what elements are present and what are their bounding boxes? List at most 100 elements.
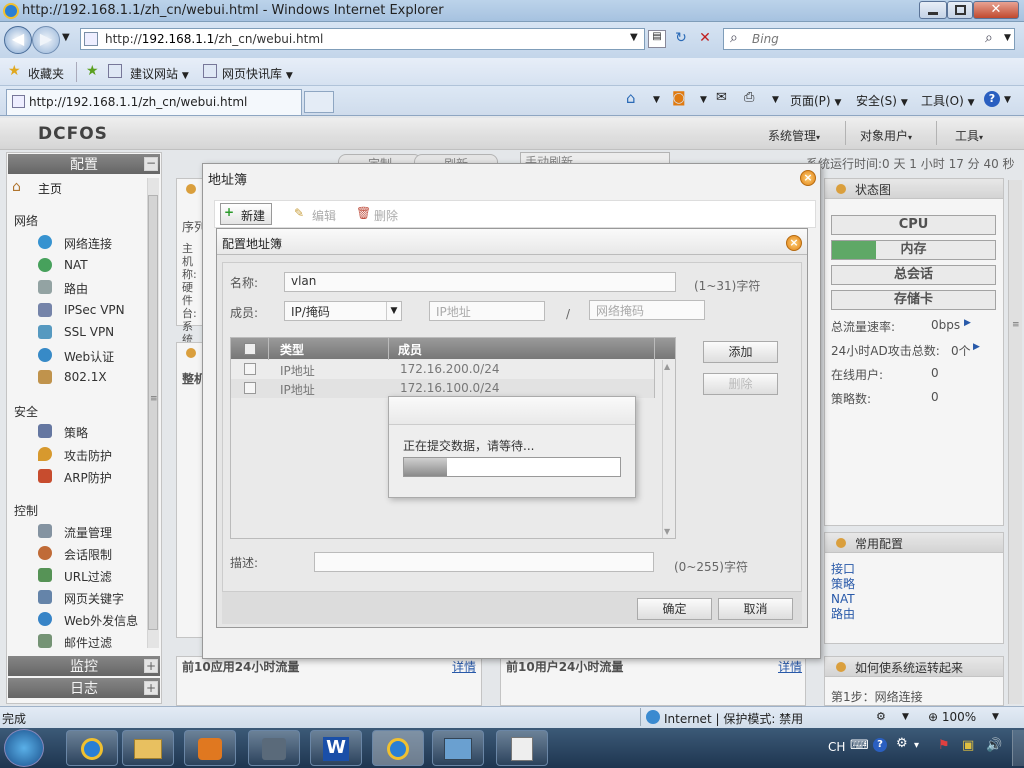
feeds-dropdown-icon[interactable]: ▼ [700,95,707,105]
table-scrollbar[interactable] [662,360,674,538]
delete-icon: 🗑 [356,206,372,220]
chevron-down-icon[interactable]: ▾ [914,740,919,751]
tab-page-icon [12,95,25,108]
help-icon[interactable]: ? [984,91,1000,107]
zoom-dropdown-icon[interactable]: ▼ [992,712,999,722]
search-options-icon[interactable]: ▼ [1004,33,1011,43]
minimize-button[interactable] [919,1,947,19]
mem-label: 内存 [900,242,927,257]
taskbar-doc-icon[interactable] [496,730,548,766]
new-tab-button[interactable] [304,91,334,113]
address-dropdown-icon[interactable]: ▼ [630,32,638,43]
refresh-icon[interactable]: ↻ [672,30,690,48]
new-label: 新建 [241,209,266,223]
add-member-button[interactable]: 添加 [703,341,778,363]
desc-hint: (0~255)字符 [674,560,748,574]
help-dropdown-icon[interactable]: ▼ [1004,95,1011,105]
add-icon: + [224,205,235,219]
home-dropdown-icon[interactable]: ▼ [653,95,660,105]
status-text: 完成 [2,712,27,726]
tools-menu-label: 工具(O) [921,94,964,108]
zoom-control[interactable]: ⊕ 100% [928,710,976,724]
back-button[interactable]: ◀ [4,26,32,54]
home-icon[interactable]: ⌂ [626,89,636,107]
search-placeholder: Bing [752,32,779,46]
start-button[interactable] [4,729,44,767]
close-icon[interactable]: × [800,170,816,186]
address-bar[interactable]: http://192.168.1.1/zh_cn/webui.html [80,28,645,50]
help-tray-icon[interactable]: ? [873,738,887,752]
settings-tray-icon[interactable]: ⚙ [896,736,908,751]
flag-icon[interactable]: ⚑ [938,738,950,753]
taskbar-pictures-icon[interactable] [432,730,484,766]
row-member: 172.16.100.0/24 [400,381,500,395]
search-input[interactable]: Bing [723,28,1015,50]
ok-button[interactable]: 确定 [637,598,712,620]
add-favorite-icon[interactable]: ★ [86,63,99,79]
safety-menu-label: 安全(S) [856,94,897,108]
language-indicator[interactable]: CH [828,740,845,754]
tracking-dropdown-icon[interactable]: ▼ [902,712,909,722]
forward-button[interactable]: ▶ [32,26,60,54]
print-icon[interactable]: ⎙ [744,90,754,105]
page-menu-label: 页面(P) [790,94,831,108]
keyboard-icon[interactable]: ⌨ [850,738,869,753]
delete-button[interactable]: 删除 [374,207,398,224]
suggested-sites-button[interactable]: 建议网站 ▼ [130,65,189,82]
col-member: 成员 [398,343,423,357]
feeds-icon[interactable]: ◙ [672,90,686,106]
favorites-button[interactable]: 收藏夹 [28,65,64,82]
close-icon[interactable]: × [786,235,802,251]
member-type-value: IP/掩码 [291,305,330,319]
print-dropdown-icon[interactable]: ▼ [772,95,779,105]
zoom-value: 100% [941,710,977,724]
remove-member-button[interactable]: 删除 [703,373,778,395]
web-slice-gallery-button[interactable]: 网页快讯库 ▼ [222,65,293,82]
mail-icon[interactable]: ✉ [716,90,727,105]
taskbar-explorer-icon[interactable] [122,730,174,766]
tracking-icon[interactable]: ⚙ [876,710,886,723]
select-all-checkbox[interactable] [244,343,256,355]
taskbar-app-icon[interactable] [248,730,300,766]
compat-view-icon[interactable]: ▤ [648,30,666,48]
taskbar-word-icon[interactable]: W [310,730,362,766]
page-icon [84,32,98,46]
name-hint: (1~31)字符 [694,279,761,293]
netmask-field[interactable]: 网络掩码 [589,300,705,320]
maximize-button[interactable] [947,1,973,19]
search-icon[interactable]: ⌕ [985,30,993,46]
row-member: 172.16.200.0/24 [400,362,500,376]
close-window-button[interactable]: ✕ [973,1,1019,19]
description-field[interactable] [314,552,654,572]
browser-tab[interactable]: http://192.168.1.1/zh_cn/webui.html [6,89,302,115]
edit-icon: ✎ [294,206,305,220]
stop-icon[interactable]: ✕ [696,30,714,48]
taskbar-ie-icon[interactable] [66,730,118,766]
safety-menu[interactable]: 安全(S) ▼ [856,92,908,109]
taskbar-media-icon[interactable] [184,730,236,766]
row-checkbox[interactable] [244,363,256,375]
ie-logo-icon [3,3,19,19]
name-label: 名称: [230,276,259,290]
name-field[interactable]: vlan [284,272,676,292]
taskbar-ie-active-icon[interactable] [372,730,424,766]
show-desktop-button[interactable] [1012,730,1024,766]
row-checkbox[interactable] [244,382,256,394]
security-zone[interactable]: Internet | 保护模式: 禁用 [664,710,803,727]
network-icon[interactable]: ▣ [962,738,974,753]
scroll-down-icon[interactable]: ▼ [664,527,670,536]
chevron-down-icon[interactable]: ▼ [386,302,401,320]
cancel-button[interactable]: 取消 [718,598,793,620]
page-menu[interactable]: 页面(P) ▼ [790,92,841,109]
progress-dialog-header [389,397,635,425]
window-title: http://192.168.1.1/zh_cn/webui.html - Wi… [22,3,444,18]
scroll-up-icon[interactable]: ▲ [664,362,670,371]
history-dropdown-icon[interactable]: ▼ [62,32,70,43]
tools-menu[interactable]: 工具(O) ▼ [921,92,975,109]
mem-usage-fill [832,241,876,259]
volume-icon[interactable]: 🔊 [986,738,1002,753]
web-slice-label: 网页快讯库 [222,67,283,81]
ip-address-field[interactable]: IP地址 [429,301,545,321]
member-type-select[interactable]: IP/掩码 [284,301,402,321]
edit-button[interactable]: 编辑 [312,207,336,224]
